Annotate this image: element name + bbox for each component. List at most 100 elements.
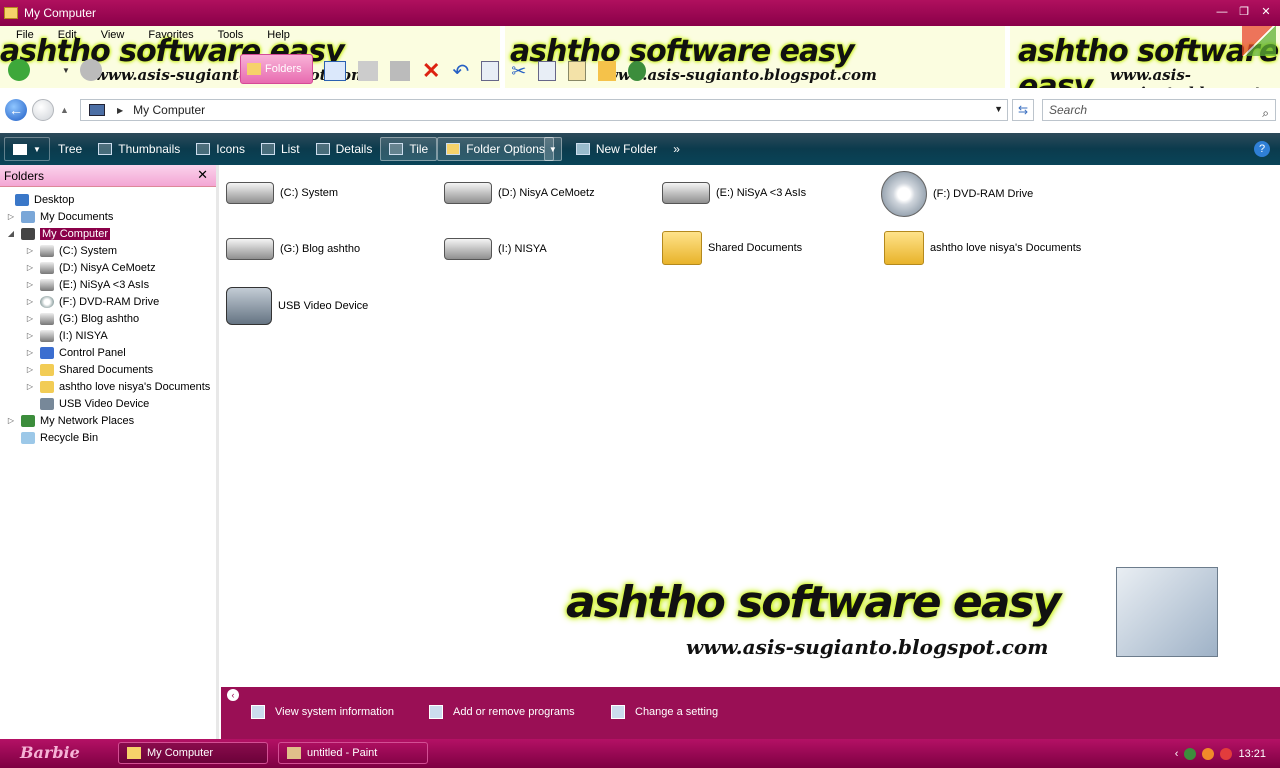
drive-icon [226,182,274,204]
expand-icon[interactable]: ▷ [25,365,35,374]
thumbnails-icon [98,143,113,155]
minimize-button[interactable]: — [1214,4,1230,20]
tree-item-user-documents[interactable]: ▷ ashtho love nisya's Documents [0,378,216,395]
breadcrumb-separator-icon[interactable]: ▶ [117,106,123,115]
tree-item-desktop[interactable]: Desktop [0,191,216,208]
tree-item-drive-f[interactable]: ▷ (F:) DVD-RAM Drive [0,293,216,310]
folders-button[interactable]: Folders [240,54,313,84]
properties-icon[interactable] [481,61,500,81]
copy-icon[interactable] [538,61,557,81]
help-icon[interactable]: ? [1254,141,1270,157]
search-icon[interactable]: ⌕ [1262,103,1269,123]
folder-options-icon [446,143,461,155]
list-item[interactable]: (D:) NisyA CeMoetz [444,173,595,213]
up-icon[interactable]: ▲ [60,105,69,115]
tree-item-drive-e[interactable]: ▷ (E:) NiSyA <3 AsIs [0,276,216,293]
task-change-setting[interactable]: Change a setting [611,705,718,719]
menu-view[interactable]: View [95,28,131,42]
forward-button[interactable] [32,99,54,121]
view-tree-button[interactable]: Tree [50,137,90,161]
menu-favorites[interactable]: Favorites [142,28,199,42]
chevron-left-icon[interactable]: ‹ [1175,748,1179,760]
list-item[interactable]: (G:) Blog ashtho [226,229,360,269]
expand-icon[interactable]: ▷ [6,416,16,425]
list-item[interactable]: ashtho love nisya's Documents [884,231,1081,265]
start-button[interactable]: Barbie [6,742,106,765]
back-dropdown-icon[interactable]: ▼ [62,66,70,75]
menu-tools[interactable]: Tools [212,28,250,42]
view-list-button[interactable]: List [253,137,308,161]
list-item[interactable]: Shared Documents [662,231,802,265]
taskbar-button-paint[interactable]: untitled - Paint [278,742,428,764]
move-to-icon[interactable] [358,61,378,81]
expand-icon[interactable]: ▷ [25,331,35,340]
list-item[interactable]: (C:) System [226,173,338,213]
copy-to-icon[interactable] [390,61,410,81]
address-dropdown-icon[interactable]: ▼ [994,104,1003,114]
back-arrow-icon[interactable] [8,59,30,81]
back-button[interactable]: ← [5,99,27,121]
list-item[interactable]: (I:) NISYA [444,229,547,269]
expand-icon[interactable]: ▷ [6,212,16,221]
cut-icon[interactable]: ✂ [511,61,526,82]
security-tray-icon[interactable] [1220,747,1233,760]
close-button[interactable]: ✕ [1258,4,1274,20]
tree-item-drive-g[interactable]: ▷ (G:) Blog ashtho [0,310,216,327]
address-row: ← ▲ ▶ My Computer ▼ ⇆ Search ⌕ [0,92,1280,128]
tree-item-my-documents[interactable]: ▷ My Documents [0,208,216,225]
folder-options-button[interactable]: Folder Options [437,137,554,161]
layout-button[interactable]: ▼ [4,137,50,161]
address-bar[interactable]: ▶ My Computer ▼ [80,99,1008,121]
tree-item-usb-video[interactable]: USB Video Device [0,395,216,412]
tree-item-drive-c[interactable]: ▷ (C:) System [0,242,216,259]
tree-item-control-panel[interactable]: ▷ Control Panel [0,344,216,361]
collapse-icon[interactable]: ◢ [6,229,16,238]
expand-icon[interactable]: ▷ [25,348,35,357]
task-add-remove-programs[interactable]: Add or remove programs [429,705,575,719]
tree-item-network-places[interactable]: ▷ My Network Places [0,412,216,429]
tree-item-shared-documents[interactable]: ▷ Shared Documents [0,361,216,378]
view-tile-label: Tile [409,142,429,156]
tree-item-drive-i[interactable]: ▷ (I:) NISYA [0,327,216,344]
taskbar-button-my-computer[interactable]: My Computer [118,742,268,764]
view-thumbnails-button[interactable]: Thumbnails [90,137,188,161]
new-folder-button[interactable]: New Folder [568,137,665,161]
view-icons-button[interactable]: Icons [188,137,253,161]
collapse-chevron-icon[interactable]: ‹ [227,689,239,701]
drive-icon [40,312,54,325]
views-icon[interactable] [324,61,346,81]
menu-edit[interactable]: Edit [52,28,83,42]
tree-item-drive-d[interactable]: ▷ (D:) NisyA CeMoetz [0,259,216,276]
menu-file[interactable]: File [10,28,40,42]
expand-icon[interactable]: ▷ [25,280,35,289]
forward-arrow-icon[interactable] [79,59,102,81]
expand-icon[interactable]: ▷ [25,382,35,391]
menu-help[interactable]: Help [261,28,296,42]
folder-options-dropdown[interactable]: ▼ [543,137,562,161]
list-item[interactable]: USB Video Device [226,287,368,325]
expand-icon[interactable]: ▷ [25,297,35,306]
tree-item-recycle-bin[interactable]: Recycle Bin [0,429,216,446]
edit-icon[interactable] [598,61,617,81]
more-commands-button[interactable]: » [665,137,688,161]
list-item[interactable]: (E:) NiSyA <3 AsIs [662,173,806,213]
view-tile-button[interactable]: Tile [380,137,438,161]
tree-item-my-computer[interactable]: ◢ My Computer [0,225,216,242]
view-details-button[interactable]: Details [308,137,381,161]
sync-icon[interactable] [628,61,647,81]
paste-icon[interactable] [568,61,587,81]
maximize-button[interactable]: ❐ [1236,4,1252,20]
standard-toolbar: ▼ [8,56,102,84]
list-item[interactable]: (F:) DVD-RAM Drive [881,171,1033,217]
refresh-button[interactable]: ⇆ [1012,99,1034,121]
search-input[interactable]: Search ⌕ [1042,99,1276,121]
task-view-system-info[interactable]: View system information [251,705,394,719]
delete-icon[interactable]: ✕ [422,58,440,84]
expand-icon[interactable]: ▷ [25,314,35,323]
expand-icon[interactable]: ▷ [25,246,35,255]
expand-icon[interactable]: ▷ [25,263,35,272]
undo-icon[interactable]: ↶ [452,59,469,84]
close-icon[interactable]: ✕ [197,167,208,183]
network-tray-icon[interactable] [1184,747,1197,760]
app-tray-icon[interactable] [1202,747,1215,760]
